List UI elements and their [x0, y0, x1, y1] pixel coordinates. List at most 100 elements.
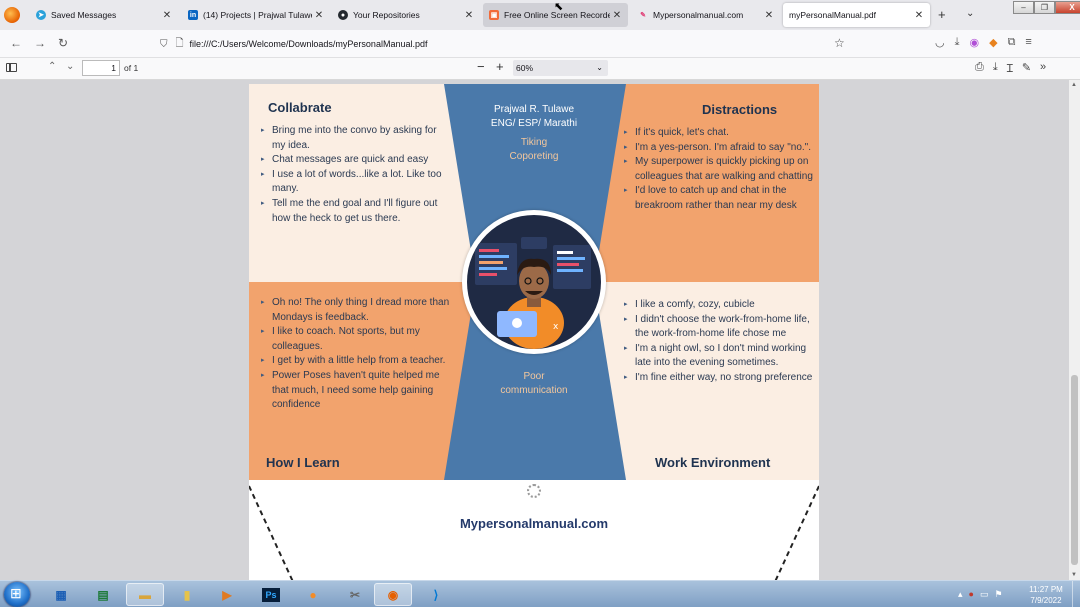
list-item: Chat messages are quick and easy	[261, 153, 451, 168]
url-text[interactable]: file:///C:/Users/Welcome/Downloads/myPer…	[190, 39, 428, 49]
close-icon[interactable]: ✕	[610, 10, 624, 21]
more-tools-icon[interactable]: »	[1040, 61, 1046, 76]
list-item: I'm fine either way, no strong preferenc…	[624, 371, 819, 386]
text-tool-icon[interactable]: Ɪ	[1007, 61, 1013, 76]
forward-icon[interactable]: →	[34, 36, 46, 50]
scroll-up-icon[interactable]: ▲	[1071, 82, 1077, 88]
save-icon[interactable]: ⤓	[993, 61, 998, 76]
print-icon[interactable]: ⎙	[975, 61, 984, 76]
list-item: I'm a night owl, so I don't mind working…	[624, 342, 819, 371]
firefox-view-icon[interactable]	[4, 7, 20, 23]
display-icon[interactable]: ▭	[980, 589, 989, 600]
weakness-block: Poor communication	[464, 370, 604, 398]
zoom-select[interactable]: 60% ⌄	[513, 60, 608, 76]
window-close-button[interactable]: X	[1055, 1, 1080, 14]
pdf-toolbar: ⌃ ⌄ 1 of 1 − + 60% ⌄ ⎙ ⤓ Ɪ ✎ »	[0, 58, 1080, 80]
close-icon[interactable]: ✕	[912, 10, 926, 21]
brand-footer: Mypersonalmanual.com	[459, 516, 609, 531]
pdf-page: Collabrate Bring me into the convo by as…	[249, 84, 819, 580]
close-icon[interactable]: ✕	[762, 10, 776, 21]
shield-icon[interactable]: ⛉	[160, 39, 168, 50]
profile-name-block: Prajwal R. Tulawe ENG/ ESP/ Marathi	[464, 103, 604, 131]
extensions-puzzle-icon[interactable]: ⧉	[1008, 36, 1016, 49]
extension-icon[interactable]: ◉	[969, 36, 979, 49]
system-tray: ▴ ● ▭ ⚑	[958, 589, 1003, 600]
zoom-value: 60%	[516, 63, 534, 73]
reload-icon[interactable]: ↻	[58, 36, 68, 50]
firefox-icon[interactable]: ◉	[374, 583, 412, 606]
chevron-down-icon: ⌄	[596, 63, 603, 72]
navigation-bar: ← → ↻ ⛉ 🗋 file:///C:/Users/Welcome/Downl…	[0, 30, 1080, 58]
clock-date: 7/9/2022	[1030, 596, 1062, 605]
bookmark-star-icon[interactable]: ☆	[834, 36, 845, 50]
collaborate-list: Bring me into the convo by asking for my…	[261, 124, 451, 226]
tab-saved-messages[interactable]: ➤ Saved Messages ✕	[30, 3, 178, 27]
tab-mypersonalmanual-site[interactable]: ✎ Mypersonalmanual.com ✕	[632, 3, 780, 27]
zoom-out-button[interactable]: −	[477, 59, 485, 74]
new-tab-button[interactable]: +	[938, 7, 946, 22]
list-item: Power Poses haven't quite helped me that…	[261, 369, 456, 413]
menu-icon[interactable]: ≡	[1025, 36, 1031, 49]
vertical-scrollbar[interactable]: ▲ ▼	[1069, 80, 1080, 580]
tab-mypersonalmanual-pdf[interactable]: myPersonalManual.pdf ✕	[783, 3, 930, 27]
list-all-tabs-icon[interactable]: ⌄	[966, 8, 974, 19]
list-item: I didn't choose the work-from-home life,…	[624, 313, 819, 342]
pdf-tools: ⎙ ⤓ Ɪ ✎ »	[975, 61, 1046, 76]
word-green-icon[interactable]: ▤	[84, 583, 122, 606]
github-icon: ●	[338, 10, 348, 20]
list-item: Oh no! The only thing I dread more than …	[261, 296, 456, 325]
explorer-icon[interactable]: ▬	[126, 583, 164, 606]
scrollbar-thumb[interactable]	[1071, 375, 1078, 565]
zoom-in-button[interactable]: +	[496, 59, 504, 74]
notepad-icon[interactable]: ▮	[168, 583, 206, 606]
tab-title: Your Repositories	[353, 10, 420, 20]
list-item: Bring me into the convo by asking for my…	[261, 124, 451, 153]
photoshop-icon[interactable]: Ps	[252, 583, 290, 606]
download-icon[interactable]: ⤓	[955, 36, 960, 49]
restore-button[interactable]: ❐	[1034, 1, 1055, 14]
page-number-input[interactable]: 1	[82, 60, 120, 76]
show-hidden-icons-icon[interactable]: ▴	[958, 589, 963, 600]
flag-icon[interactable]: ⚑	[994, 589, 1002, 600]
weakness-1: Poor	[523, 371, 545, 382]
draw-tool-icon[interactable]: ✎	[1022, 61, 1031, 76]
distractions-list: If it's quick, let's chat. I'm a yes-per…	[624, 126, 816, 214]
list-item: If it's quick, let's chat.	[624, 126, 816, 141]
fl-studio-icon[interactable]: ●	[294, 583, 332, 606]
close-icon[interactable]: ✕	[160, 10, 174, 21]
sidebar-toggle-icon[interactable]	[6, 63, 17, 72]
start-button[interactable]	[4, 582, 30, 607]
page-icon: 🗋	[175, 37, 184, 49]
strength-2: Coporeting	[509, 151, 559, 162]
system-clock[interactable]: 11:27 PM 7/9/2022	[1024, 584, 1068, 606]
address-bar[interactable]: ⛉ 🗋 file:///C:/Users/Welcome/Downloads/m…	[156, 33, 856, 55]
clock-time: 11:27 PM	[1029, 585, 1063, 594]
list-item: Tell me the end goal and I'll figure out…	[261, 197, 451, 226]
pocket-icon[interactable]: ◡	[935, 36, 945, 49]
strength-1: Tiking	[520, 137, 548, 148]
linkedin-icon: in	[188, 10, 198, 20]
scroll-down-icon[interactable]: ▼	[1071, 572, 1077, 578]
site-icon: ✎	[640, 12, 646, 19]
page-count: of 1	[124, 63, 139, 73]
next-page-icon[interactable]: ⌄	[66, 61, 74, 72]
profile-languages: ENG/ ESP/ Marathi	[490, 118, 578, 129]
show-desktop-button[interactable]	[1072, 581, 1080, 607]
back-icon[interactable]: ←	[10, 36, 22, 50]
tab-github-repositories[interactable]: ● Your Repositories ✕	[332, 3, 480, 27]
minimize-button[interactable]: –	[1013, 1, 1034, 14]
pdf-viewport[interactable]: Collabrate Bring me into the convo by as…	[0, 80, 1080, 580]
metamask-icon[interactable]: ◆	[989, 36, 997, 49]
work-environment-list: I like a comfy, cozy, cubicle I didn't c…	[624, 298, 819, 386]
weakness-2: communication	[500, 385, 568, 396]
close-icon[interactable]: ✕	[312, 10, 326, 21]
tab-linkedin-projects[interactable]: in (14) Projects | Prajwal Tulawe | L ✕	[182, 3, 330, 27]
windows-taskbar: ▦ ▤ ▬ ▮ ▶ Ps ● ✂ ◉ ⟩ ▴ ● ▭ ⚑ 11:27 PM 7/…	[0, 580, 1080, 607]
security-icon[interactable]: ●	[969, 589, 974, 600]
close-icon[interactable]: ✕	[462, 10, 476, 21]
vscode-icon[interactable]: ⟩	[417, 583, 455, 606]
previous-page-icon[interactable]: ⌃	[48, 61, 56, 72]
ie-icon[interactable]: ▦	[42, 583, 80, 606]
media-player-icon[interactable]: ▶	[208, 583, 246, 606]
tools-icon[interactable]: ✂	[336, 583, 374, 606]
